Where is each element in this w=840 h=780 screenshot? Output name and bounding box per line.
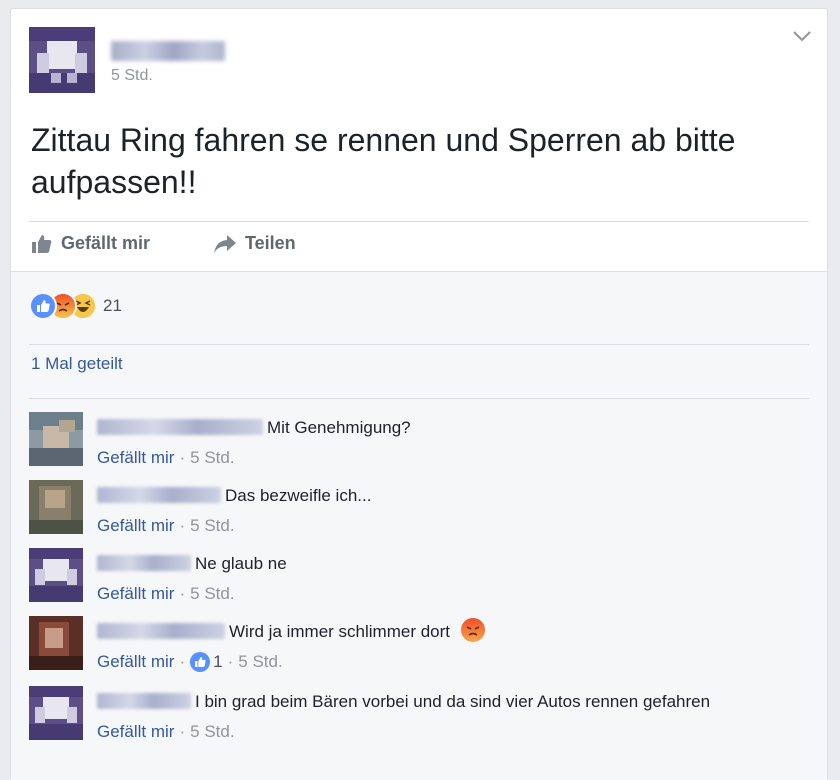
share-arrow-icon <box>214 234 236 253</box>
like-button[interactable]: Gefällt mir <box>31 233 150 254</box>
reaction-summary[interactable]: 21 <box>29 292 122 320</box>
comment-avatar[interactable] <box>29 412 83 466</box>
comment-avatar[interactable] <box>29 616 83 670</box>
comment-like-button[interactable]: Gefällt mir <box>97 444 174 471</box>
comment-text: I bin grad beim Bären vorbei und da sind… <box>195 692 711 711</box>
comment-like-count[interactable]: 1 <box>190 648 223 675</box>
comment-avatar[interactable] <box>29 480 83 534</box>
commenter-name-redacted[interactable] <box>97 555 191 571</box>
comment-timestamp[interactable]: 5 Std. <box>190 512 234 539</box>
commenter-name-redacted[interactable] <box>97 623 225 639</box>
chevron-down-icon[interactable] <box>791 29 813 43</box>
thumbs-up-icon <box>32 234 52 253</box>
like-button-label: Gefällt mir <box>61 233 151 253</box>
divider <box>29 344 809 345</box>
comment-timestamp[interactable]: 5 Std. <box>190 718 234 745</box>
comment-like-button[interactable]: Gefällt mir <box>97 580 174 607</box>
divider <box>29 398 809 399</box>
author-name-redacted[interactable] <box>111 41 225 61</box>
commenter-name-redacted[interactable] <box>97 487 221 503</box>
comment-timestamp[interactable]: 5 Std. <box>238 648 282 675</box>
post-timestamp[interactable]: 5 Std. <box>111 67 153 85</box>
comment-text: Mit Genehmigung? <box>267 418 411 437</box>
share-count-link[interactable]: 1 Mal geteilt <box>31 354 123 374</box>
comment-timestamp[interactable]: 5 Std. <box>190 444 234 471</box>
reaction-count[interactable]: 21 <box>103 296 122 316</box>
angry-emoji-icon <box>460 618 485 642</box>
commenter-name-redacted[interactable] <box>97 693 191 709</box>
post-header: 5 Std. <box>29 27 789 93</box>
comment-like-button[interactable]: Gefällt mir <box>97 648 174 675</box>
share-button[interactable]: Teilen <box>213 233 296 254</box>
divider <box>29 221 809 222</box>
post-text: Zittau Ring fahren se rennen und Sperren… <box>31 122 736 200</box>
comment-text: Wird ja immer schlimmer dort <box>229 622 451 641</box>
comment-like-button[interactable]: Gefällt mir <box>97 718 174 745</box>
comment-like-button[interactable]: Gefällt mir <box>97 512 174 539</box>
comment-text: Das bezweifle ich... <box>225 486 372 505</box>
share-button-label: Teilen <box>245 233 296 253</box>
comment-text: Ne glaub ne <box>195 554 287 573</box>
post-card: 5 Std. Zittau Ring fahren se rennen und … <box>10 8 828 780</box>
comments-area: 21 1 Mal geteilt Mit Genehmigung? Gefäll… <box>11 271 827 780</box>
like-reaction-icon <box>29 292 57 320</box>
comment-avatar[interactable] <box>29 548 83 602</box>
like-reaction-icon <box>190 651 211 672</box>
comment-avatar[interactable] <box>29 686 83 740</box>
comment-timestamp[interactable]: 5 Std. <box>190 580 234 607</box>
author-avatar[interactable] <box>29 27 95 93</box>
commenter-name-redacted[interactable] <box>97 419 263 435</box>
